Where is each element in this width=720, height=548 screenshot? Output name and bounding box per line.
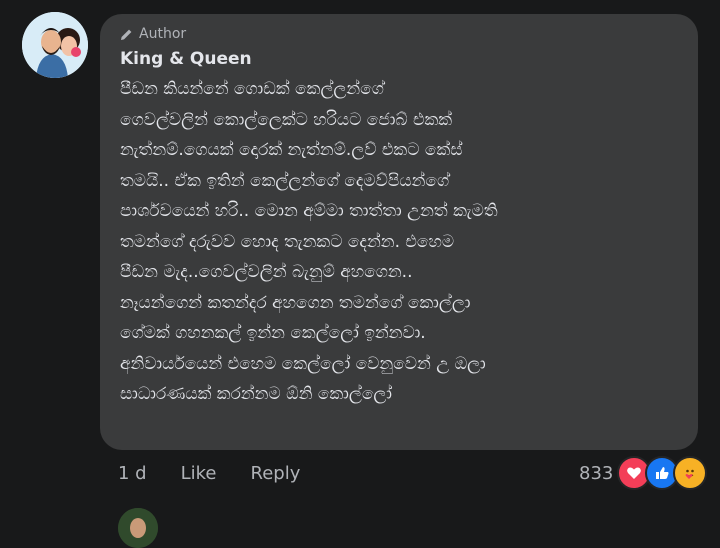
reaction-count[interactable]: 833 — [579, 463, 613, 484]
like-button[interactable]: Like — [181, 463, 217, 484]
comment-line: පීඩන මැද..ගෙවල්වලින් බැනුම් අහගෙන.. — [120, 262, 413, 282]
author-badge: Author — [120, 26, 186, 42]
comment-actions: 1 d Like Reply — [118, 463, 334, 484]
comment-line: ගෙවල්වලින් කොල්ලෙක්ට හරියට ජොබ් එකක් — [120, 109, 453, 130]
comment-line: අනිවාර්යයෙන් එහෙම කෙල්ලෝ වෙනුවෙන් උ ඔලා — [120, 353, 486, 374]
reply-button[interactable]: Reply — [251, 463, 301, 484]
author-avatar[interactable] — [22, 12, 88, 78]
comment-line: පාර්ශවයෙන් හරි.. මොන අම්මා තාත්තා උනත් ක… — [120, 201, 498, 221]
next-comment-avatar[interactable] — [118, 508, 158, 548]
comment-line: ගේමක් ගහනකල් ඉන්න කෙල්ලෝ ඉන්නවා. — [120, 323, 426, 343]
comment-text: පීඩන කියන්නේ ගොඩක් කෙල්ලන්ගේ ගෙවල්වලින් … — [120, 74, 682, 410]
comment-line: තමයි.. ඒක ඉතින් කෙල්ලන්ගේ දෙමව්පියන්ගේ — [120, 170, 450, 191]
comment-line: සාධාරණයක් කරන්නම ඕනි කොල්ලෝ — [120, 384, 392, 404]
author-badge-label: Author — [139, 26, 187, 42]
comment-bubble: Author King & Queen පීඩන කියන්නේ ගොඩක් ක… — [100, 14, 698, 450]
comment-line: පීඩන කියන්නේ ගොඩක් කෙල්ලන්ගේ — [120, 79, 384, 99]
author-name[interactable]: King & Queen — [120, 49, 252, 69]
timestamp[interactable]: 1 d — [118, 463, 147, 484]
care-icon — [673, 456, 708, 490]
pencil-icon — [121, 29, 132, 40]
comment-line: නැත්නම්.ගෙයක් දොරක් නැත්නම්.ලව් එකට කේස් — [120, 140, 463, 160]
comment-line: තමන්ගේ දරුවව හොද තැනකට දෙන්න. එහෙම — [120, 231, 455, 252]
reaction-summary[interactable]: 833 — [579, 456, 708, 490]
comment-line: නෑයන්ගෙන් කතන්දර අහගෙන තමන්ගේ කොල්ලා — [120, 292, 471, 313]
